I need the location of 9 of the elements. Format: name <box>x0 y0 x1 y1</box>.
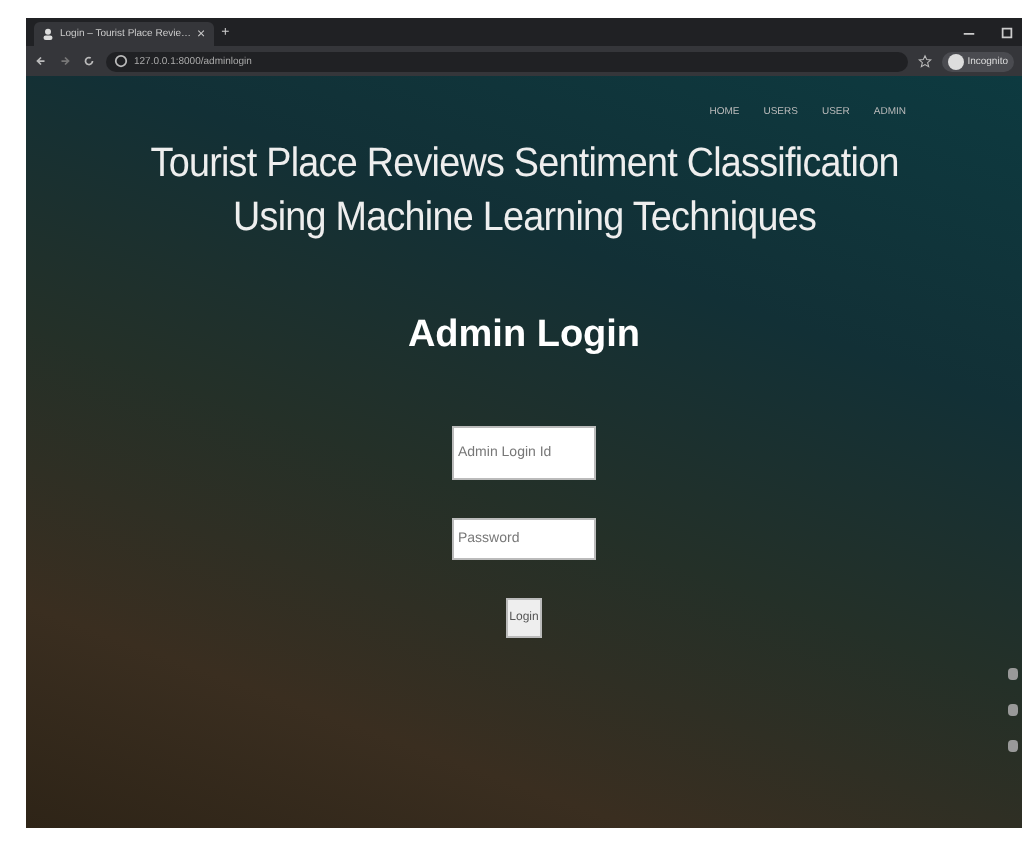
login-heading: Admin Login <box>407 314 641 359</box>
star-icon[interactable] <box>917 54 932 68</box>
person-icon <box>42 28 54 40</box>
back-arrow-icon[interactable] <box>34 54 48 68</box>
page-title: Tourist Place Reviews Sentiment Classification Using Machine Learning Techniques <box>149 138 899 244</box>
forward-arrow-icon[interactable] <box>58 54 72 68</box>
reload-icon[interactable] <box>82 54 96 68</box>
avatar-icon <box>947 53 964 69</box>
maximize-icon[interactable] <box>1000 25 1014 39</box>
